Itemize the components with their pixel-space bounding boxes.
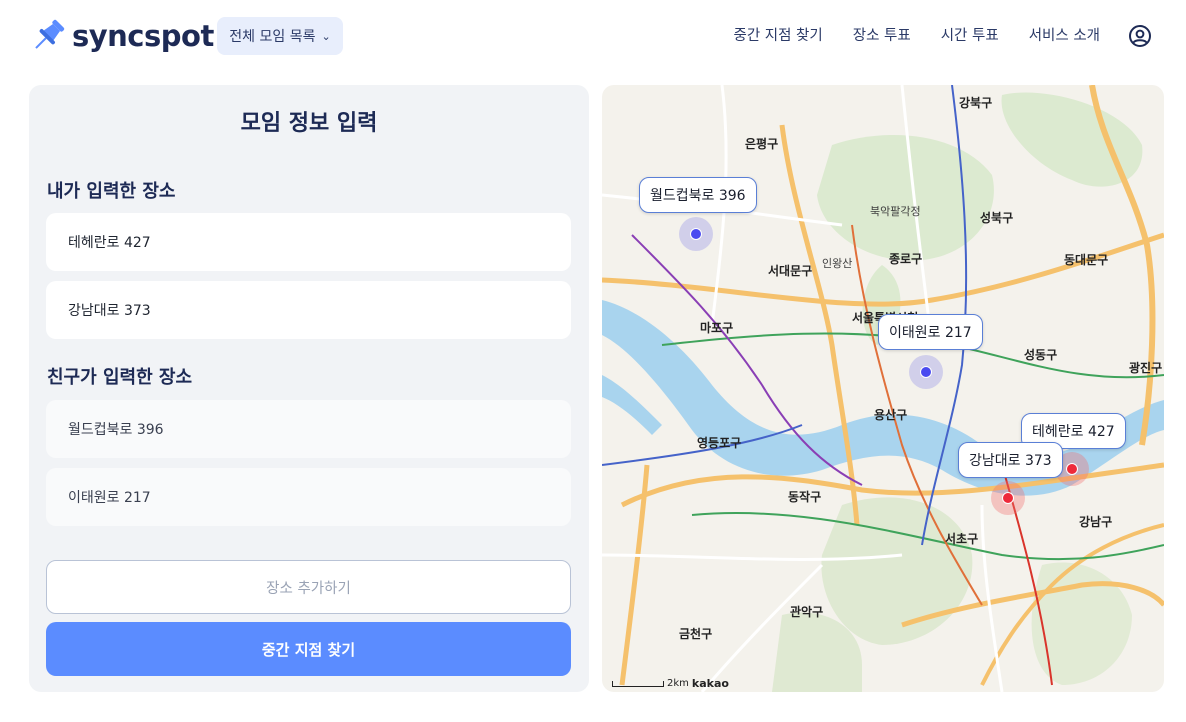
my-place-field[interactable]: 테헤란로 427 [46, 213, 571, 271]
nav-service-intro[interactable]: 서비스 소개 [1029, 24, 1100, 45]
place-name: 동작구 [788, 490, 822, 504]
find-midpoint-button[interactable]: 중간 지점 찾기 [46, 622, 571, 676]
map-label-worldcup[interactable]: 월드컵북로 396 [639, 177, 757, 213]
park-area [817, 135, 994, 261]
nav-find-midpoint[interactable]: 중간 지점 찾기 [733, 24, 822, 45]
meeting-info-panel: 모임 정보 입력 내가 입력한 장소 테헤란로 427 강남대로 373 친구가… [29, 85, 589, 692]
place-name: 마포구 [700, 321, 734, 335]
place-name: 은평구 [745, 137, 779, 151]
scale-bar [612, 680, 664, 687]
friend-location-marker[interactable] [679, 217, 713, 251]
chevron-down-icon: ⌄ [321, 29, 331, 43]
add-place-button[interactable]: 장소 추가하기 [46, 560, 571, 614]
map-scale: 2km kakao [612, 677, 729, 690]
marker-dot [1002, 492, 1014, 504]
my-place-field[interactable]: 강남대로 373 [46, 281, 571, 339]
place-name: 성동구 [1024, 348, 1058, 362]
place-name: 서초구 [945, 532, 979, 546]
meeting-list-dropdown[interactable]: 전체 모임 목록 ⌄ [217, 17, 343, 55]
my-location-marker[interactable] [991, 481, 1025, 515]
pushpin-icon [35, 19, 65, 49]
place-name: 광진구 [1129, 361, 1163, 375]
nav-time-vote[interactable]: 시간 투표 [941, 24, 999, 45]
place-name: 강남구 [1079, 515, 1113, 529]
brand-name: syncspot [72, 19, 214, 53]
map-label-gangnam[interactable]: 강남대로 373 [958, 442, 1063, 478]
river-branch [602, 375, 662, 435]
panel-title: 모임 정보 입력 [240, 111, 378, 136]
nav-place-vote[interactable]: 장소 투표 [853, 24, 911, 45]
park-area [821, 497, 973, 645]
place-name: 인왕산 [822, 257, 853, 270]
friend-places-title: 친구가 입력한 장소 [47, 367, 193, 388]
marker-dot [690, 228, 702, 240]
place-name: 성북구 [980, 211, 1014, 225]
place-name: 금천구 [679, 627, 713, 641]
place-name: 서대문구 [768, 264, 813, 278]
friend-place-field: 월드컵북로 396 [46, 400, 571, 458]
map-label-itaewon[interactable]: 이태원로 217 [878, 314, 983, 350]
my-places-title: 내가 입력한 장소 [47, 181, 176, 202]
place-name: 관악구 [790, 605, 824, 619]
scale-value: 2km [667, 678, 689, 689]
place-name: 강북구 [959, 96, 993, 110]
user-account-icon[interactable] [1128, 24, 1152, 48]
place-name: 종로구 [889, 252, 923, 266]
main-nav: 중간 지점 찾기 장소 투표 시간 투표 서비스 소개 [733, 24, 1100, 45]
brand-logo[interactable]: syncspot [28, 14, 214, 58]
friend-place-field: 이태원로 217 [46, 468, 571, 526]
map-view[interactable]: 강북구 은평구 성북구 북악팔각정 종로구 서대문구 인왕산 동대문구 마포구 … [602, 85, 1164, 692]
marker-dot [1066, 463, 1078, 475]
top-header: syncspot 전체 모임 목록 ⌄ 중간 지점 찾기 장소 투표 시간 투표… [0, 0, 1186, 72]
place-name: 용산구 [874, 408, 908, 422]
meeting-list-label: 전체 모임 목록 [229, 29, 316, 45]
place-name: 동대문구 [1064, 253, 1109, 267]
place-name: 영등포구 [697, 436, 742, 450]
place-name: 북악팔각정 [870, 205, 921, 218]
park-area [1031, 562, 1132, 685]
friend-location-marker[interactable] [909, 355, 943, 389]
marker-dot [920, 366, 932, 378]
map-provider: kakao [691, 677, 729, 690]
